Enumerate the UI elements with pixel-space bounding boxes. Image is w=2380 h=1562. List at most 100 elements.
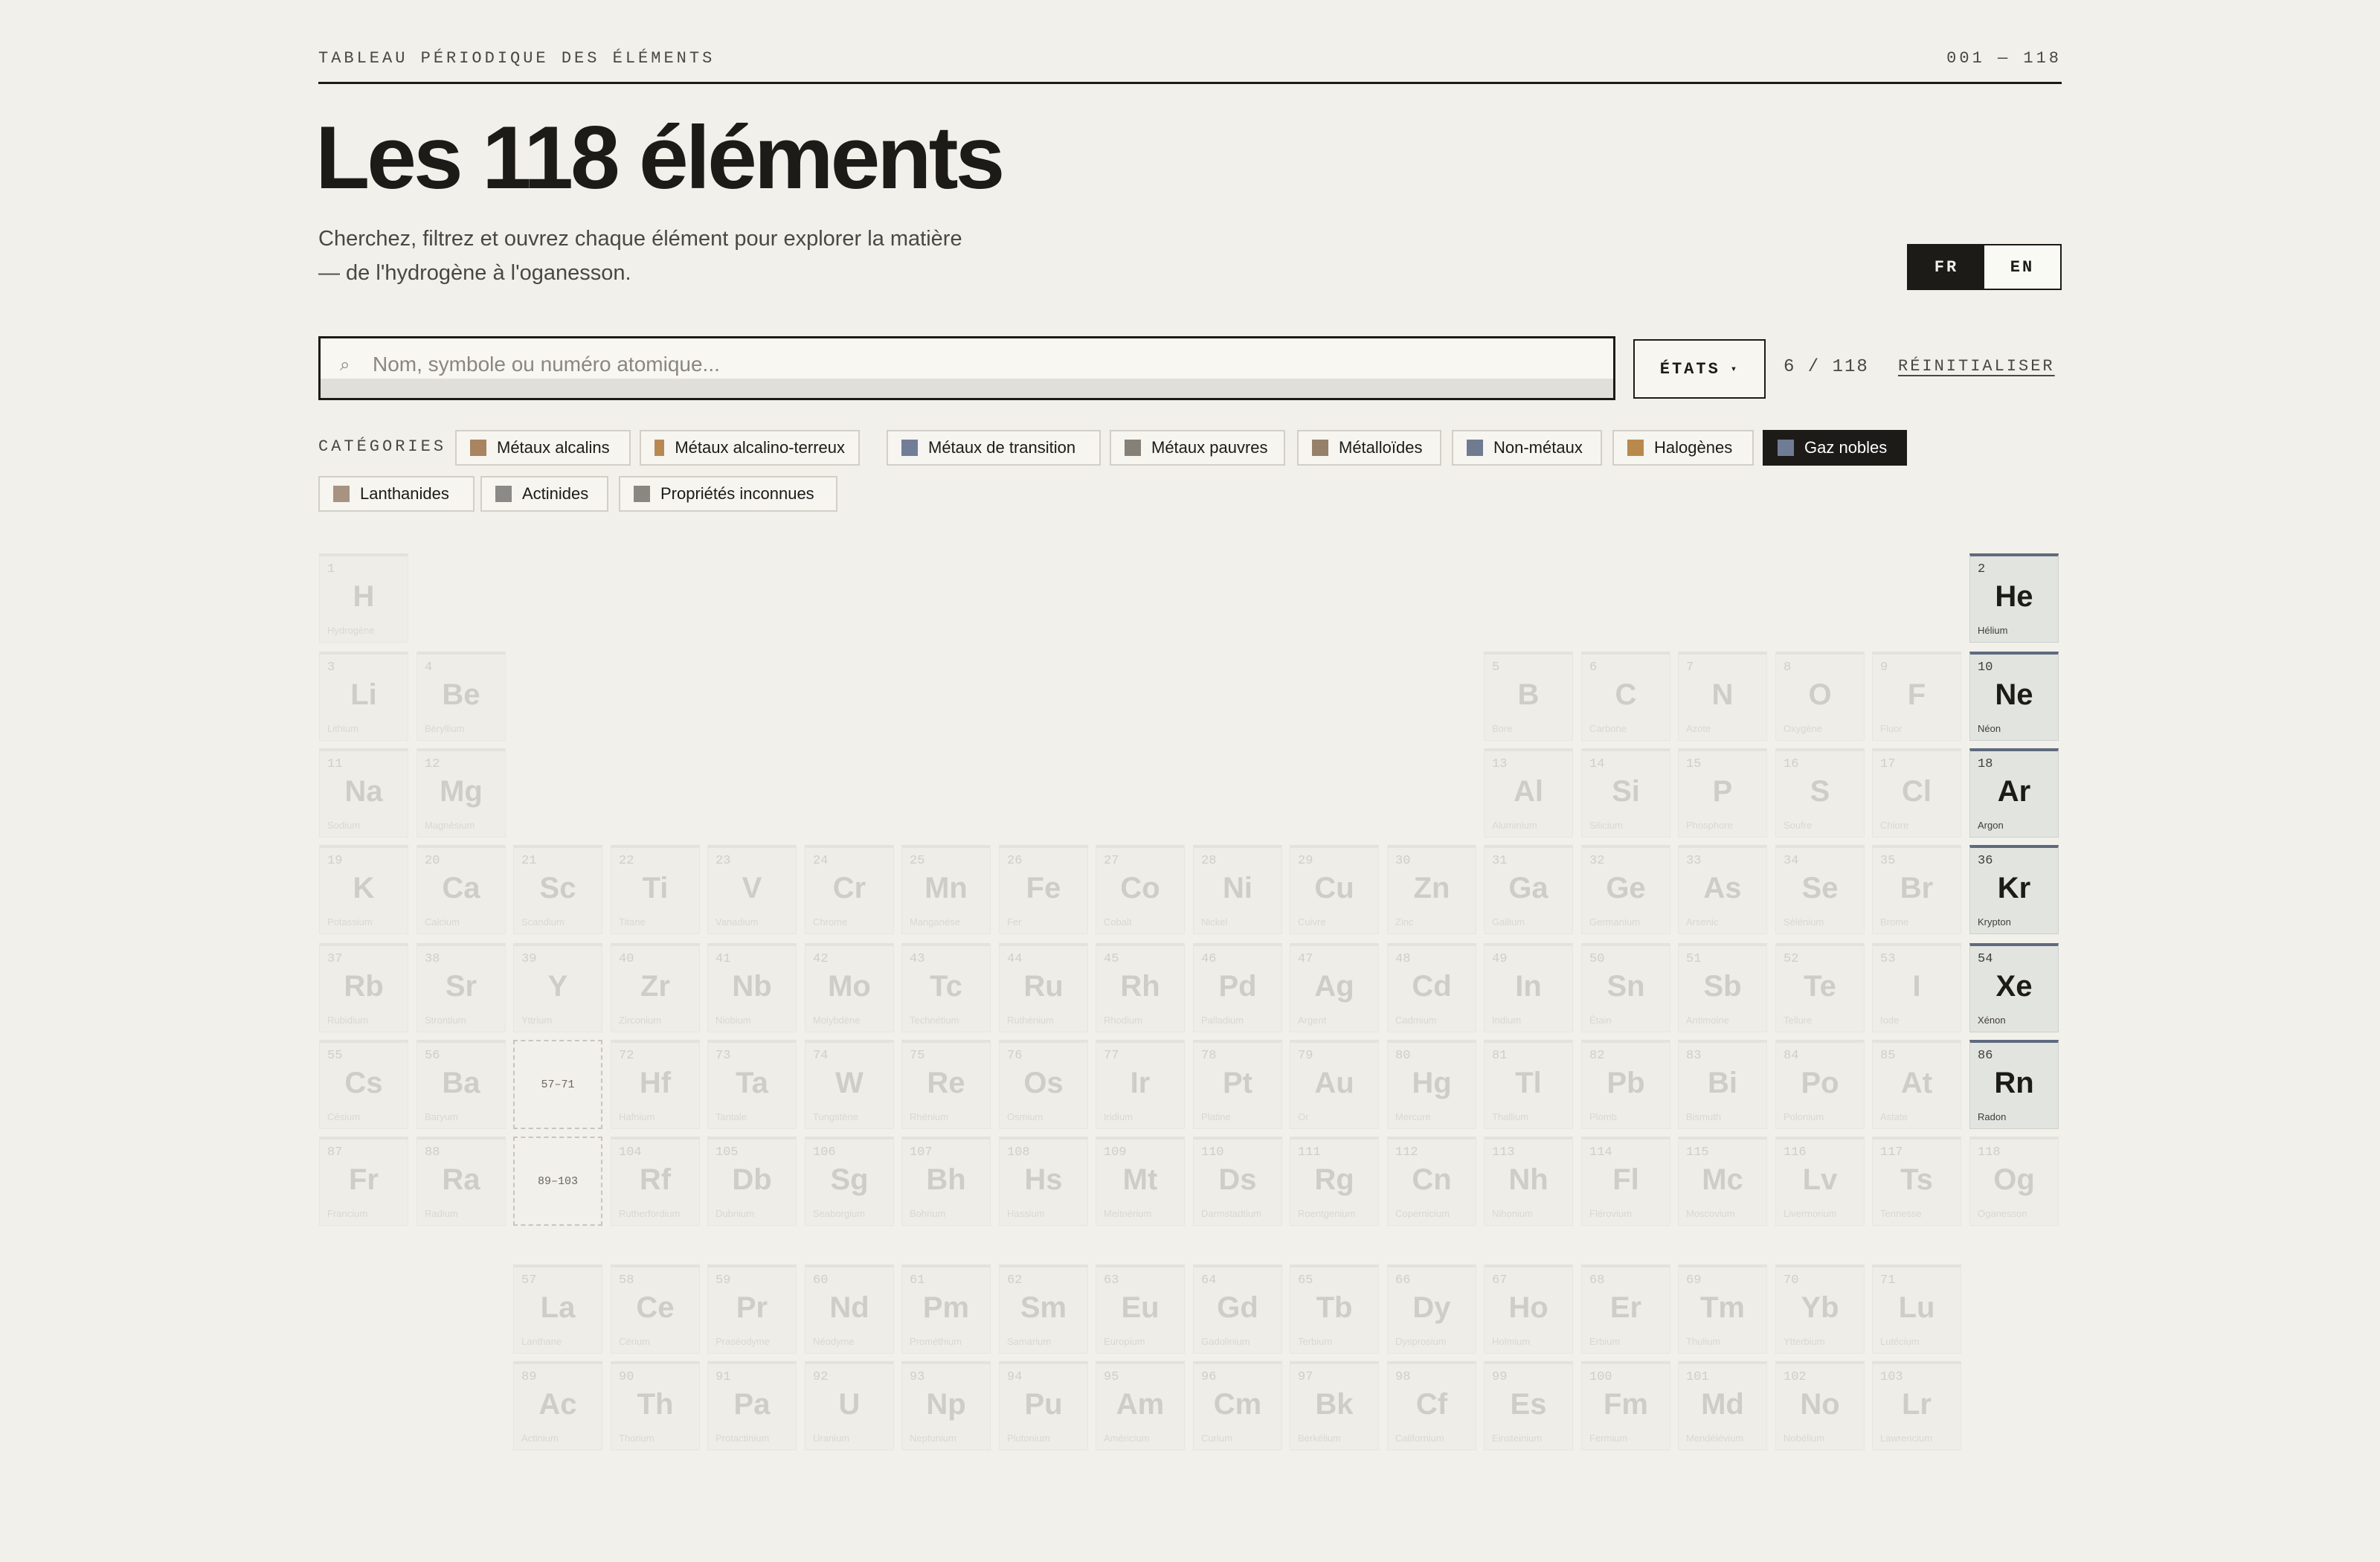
category-chip[interactable]: Lanthanides <box>318 476 475 512</box>
element-tile[interactable]: 14 Si Silicium <box>1581 748 1670 838</box>
element-tile[interactable]: 66 Dy Dysprosium <box>1387 1264 1476 1354</box>
category-chip[interactable]: Halogènes <box>1612 430 1754 466</box>
element-tile[interactable]: 18 Ar Argon <box>1969 748 2059 838</box>
element-tile[interactable]: 34 Se Sélénium <box>1775 845 1865 934</box>
element-tile[interactable]: 57 La Lanthane <box>513 1264 602 1354</box>
category-chip[interactable]: Propriétés inconnues <box>619 476 837 512</box>
element-tile[interactable]: 107 Bh Bohrium <box>901 1137 991 1226</box>
element-tile[interactable]: 78 Pt Platine <box>1193 1040 1282 1129</box>
category-chip[interactable]: Non-métaux <box>1452 430 1602 466</box>
element-tile[interactable]: 70 Yb Ytterbium <box>1775 1264 1865 1354</box>
element-tile[interactable]: 58 Ce Cérium <box>611 1264 700 1354</box>
element-tile[interactable]: 46 Pd Palladium <box>1193 943 1282 1032</box>
category-chip[interactable]: Métaux de transition <box>887 430 1101 466</box>
element-tile[interactable]: 27 Co Cobalt <box>1096 845 1185 934</box>
category-chip[interactable]: Métaux alcalins <box>455 430 631 466</box>
category-chip[interactable]: Métalloïdes <box>1297 430 1441 466</box>
element-tile[interactable]: 96 Cm Curium <box>1193 1361 1282 1450</box>
element-tile[interactable]: 80 Hg Mercure <box>1387 1040 1476 1129</box>
element-tile[interactable]: 44 Ru Ruthénium <box>999 943 1088 1032</box>
category-chip[interactable]: Gaz nobles <box>1763 430 1907 466</box>
element-tile[interactable]: 117 Ts Tennesse <box>1872 1137 1961 1226</box>
element-tile[interactable]: 62 Sm Samarium <box>999 1264 1088 1354</box>
category-chip[interactable]: Métaux pauvres <box>1110 430 1285 466</box>
element-tile[interactable]: 113 Nh Nihonium <box>1484 1137 1573 1226</box>
element-tile[interactable]: 84 Po Polonium <box>1775 1040 1865 1129</box>
element-tile[interactable]: 68 Er Erbium <box>1581 1264 1670 1354</box>
element-tile[interactable]: 75 Re Rhénium <box>901 1040 991 1129</box>
element-tile[interactable]: 5 B Bore <box>1484 652 1573 741</box>
element-tile[interactable]: 39 Y Yttrium <box>513 943 602 1032</box>
element-tile[interactable]: 13 Al Aluminium <box>1484 748 1573 838</box>
element-tile[interactable]: 102 No Nobélium <box>1775 1361 1865 1450</box>
category-chip[interactable]: Métaux alcalino-terreux <box>640 430 860 466</box>
element-tile[interactable]: 115 Mc Moscovium <box>1678 1137 1767 1226</box>
element-tile[interactable]: 25 Mn Manganèse <box>901 845 991 934</box>
element-tile[interactable]: 35 Br Brome <box>1872 845 1961 934</box>
element-tile[interactable]: 53 I Iode <box>1872 943 1961 1032</box>
element-tile[interactable]: 49 In Indium <box>1484 943 1573 1032</box>
element-tile[interactable]: 52 Te Tellure <box>1775 943 1865 1032</box>
element-tile[interactable]: 7 N Azote <box>1678 652 1767 741</box>
element-tile[interactable]: 56 Ba Baryum <box>416 1040 506 1129</box>
element-tile[interactable]: 103 Lr Lawrencium <box>1872 1361 1961 1450</box>
element-tile[interactable]: 3 Li Lithium <box>319 652 408 741</box>
element-tile[interactable]: 97 Bk Berkélium <box>1290 1361 1379 1450</box>
element-tile[interactable]: 95 Am Américium <box>1096 1361 1185 1450</box>
element-tile[interactable]: 65 Tb Terbium <box>1290 1264 1379 1354</box>
element-tile[interactable]: 42 Mo Molybdène <box>805 943 894 1032</box>
element-tile[interactable]: 37 Rb Rubidium <box>319 943 408 1032</box>
element-tile[interactable]: 55 Cs Césium <box>319 1040 408 1129</box>
element-tile[interactable]: 16 S Soufre <box>1775 748 1865 838</box>
actinides-placeholder[interactable]: 89–103 <box>513 1137 602 1226</box>
element-tile[interactable]: 36 Kr Krypton <box>1969 845 2059 934</box>
element-tile[interactable]: 73 Ta Tantale <box>707 1040 797 1129</box>
element-tile[interactable]: 61 Pm Prométhium <box>901 1264 991 1354</box>
element-tile[interactable]: 99 Es Einsteinium <box>1484 1361 1573 1450</box>
element-tile[interactable]: 104 Rf Rutherfordium <box>611 1137 700 1226</box>
element-tile[interactable]: 94 Pu Plutonium <box>999 1361 1088 1450</box>
element-tile[interactable]: 79 Au Or <box>1290 1040 1379 1129</box>
element-tile[interactable]: 51 Sb Antimoine <box>1678 943 1767 1032</box>
element-tile[interactable]: 32 Ge Germanium <box>1581 845 1670 934</box>
element-tile[interactable]: 106 Sg Seaborgium <box>805 1137 894 1226</box>
element-tile[interactable]: 64 Gd Gadolinium <box>1193 1264 1282 1354</box>
element-tile[interactable]: 89 Ac Actinium <box>513 1361 602 1450</box>
element-tile[interactable]: 86 Rn Radon <box>1969 1040 2059 1129</box>
element-tile[interactable]: 38 Sr Strontium <box>416 943 506 1032</box>
element-tile[interactable]: 23 V Vanadium <box>707 845 797 934</box>
element-tile[interactable]: 17 Cl Chlore <box>1872 748 1961 838</box>
element-tile[interactable]: 87 Fr Francium <box>319 1137 408 1226</box>
element-tile[interactable]: 77 Ir Iridium <box>1096 1040 1185 1129</box>
element-tile[interactable]: 2 He Hélium <box>1969 553 2059 643</box>
element-tile[interactable]: 21 Sc Scandium <box>513 845 602 934</box>
element-tile[interactable]: 72 Hf Hafnium <box>611 1040 700 1129</box>
element-tile[interactable]: 110 Ds Darmstadtium <box>1193 1137 1282 1226</box>
lang-fr-button[interactable]: FR <box>1908 245 1984 289</box>
element-tile[interactable]: 92 U Uranium <box>805 1361 894 1450</box>
element-tile[interactable]: 4 Be Béryllium <box>416 652 506 741</box>
element-tile[interactable]: 105 Db Dubnium <box>707 1137 797 1226</box>
element-tile[interactable]: 12 Mg Magnésium <box>416 748 506 838</box>
element-tile[interactable]: 90 Th Thorium <box>611 1361 700 1450</box>
search-input[interactable] <box>371 349 1490 380</box>
lanthanides-placeholder[interactable]: 57–71 <box>513 1040 602 1129</box>
element-tile[interactable]: 76 Os Osmium <box>999 1040 1088 1129</box>
element-tile[interactable]: 15 P Phosphore <box>1678 748 1767 838</box>
element-tile[interactable]: 67 Ho Holmium <box>1484 1264 1573 1354</box>
element-tile[interactable]: 82 Pb Plomb <box>1581 1040 1670 1129</box>
element-tile[interactable]: 118 Og Oganesson <box>1969 1137 2059 1226</box>
element-tile[interactable]: 40 Zr Zirconium <box>611 943 700 1032</box>
element-tile[interactable]: 9 F Fluor <box>1872 652 1961 741</box>
element-tile[interactable]: 71 Lu Lutécium <box>1872 1264 1961 1354</box>
element-tile[interactable]: 22 Ti Titane <box>611 845 700 934</box>
element-tile[interactable]: 28 Ni Nickel <box>1193 845 1282 934</box>
lang-en-button[interactable]: EN <box>1984 245 2060 289</box>
element-tile[interactable]: 108 Hs Hassium <box>999 1137 1088 1226</box>
element-tile[interactable]: 26 Fe Fer <box>999 845 1088 934</box>
element-tile[interactable]: 47 Ag Argent <box>1290 943 1379 1032</box>
element-tile[interactable]: 6 C Carbone <box>1581 652 1670 741</box>
element-tile[interactable]: 111 Rg Roentgenium <box>1290 1137 1379 1226</box>
element-tile[interactable]: 85 At Astate <box>1872 1040 1961 1129</box>
states-dropdown-button[interactable]: ÉTATS ▾ <box>1633 339 1766 399</box>
